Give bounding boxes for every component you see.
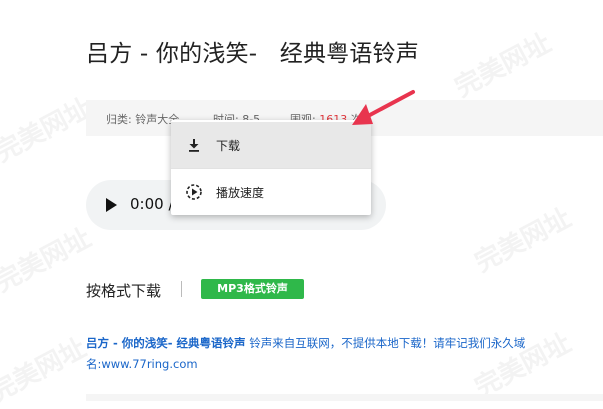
play-icon[interactable] [106,198,117,212]
download-icon [189,139,199,152]
page-title: 吕方 - 你的浅笑- 经典粤语铃声 [86,41,419,67]
watermark: 完美网址 [450,28,557,104]
watermark: 完美网址 [0,93,97,169]
bottom-bar [86,394,603,401]
category-label: 归类: [106,113,132,126]
watermark: 完美网址 [0,333,92,409]
menu-item-label: 下载 [216,139,241,153]
mp3-download-button[interactable]: MP3格式铃声 [201,279,304,299]
playback-speed-icon [186,184,202,200]
category-meta: 归类: 铃声大全 [106,111,179,127]
menu-item-download[interactable]: 下载 [171,122,371,168]
watermark: 完美网址 [470,203,577,279]
audio-time: 0:00 / [130,195,174,213]
description: 吕方 - 你的浅笑- 经典粤语铃声 铃声来自互联网，不提供本地下载！请牢记我们永… [86,333,556,375]
divider [181,281,182,297]
format-download-label: 按格式下载 [86,282,162,300]
song-name-link[interactable]: 吕方 - 你的浅笑- 经典粤语铃声 [86,336,246,350]
menu-item-playback-speed[interactable]: 播放速度 [171,169,371,215]
context-menu: 下载 播放速度 [171,120,371,215]
menu-item-label: 播放速度 [216,186,265,200]
watermark: 完美网址 [0,223,97,299]
